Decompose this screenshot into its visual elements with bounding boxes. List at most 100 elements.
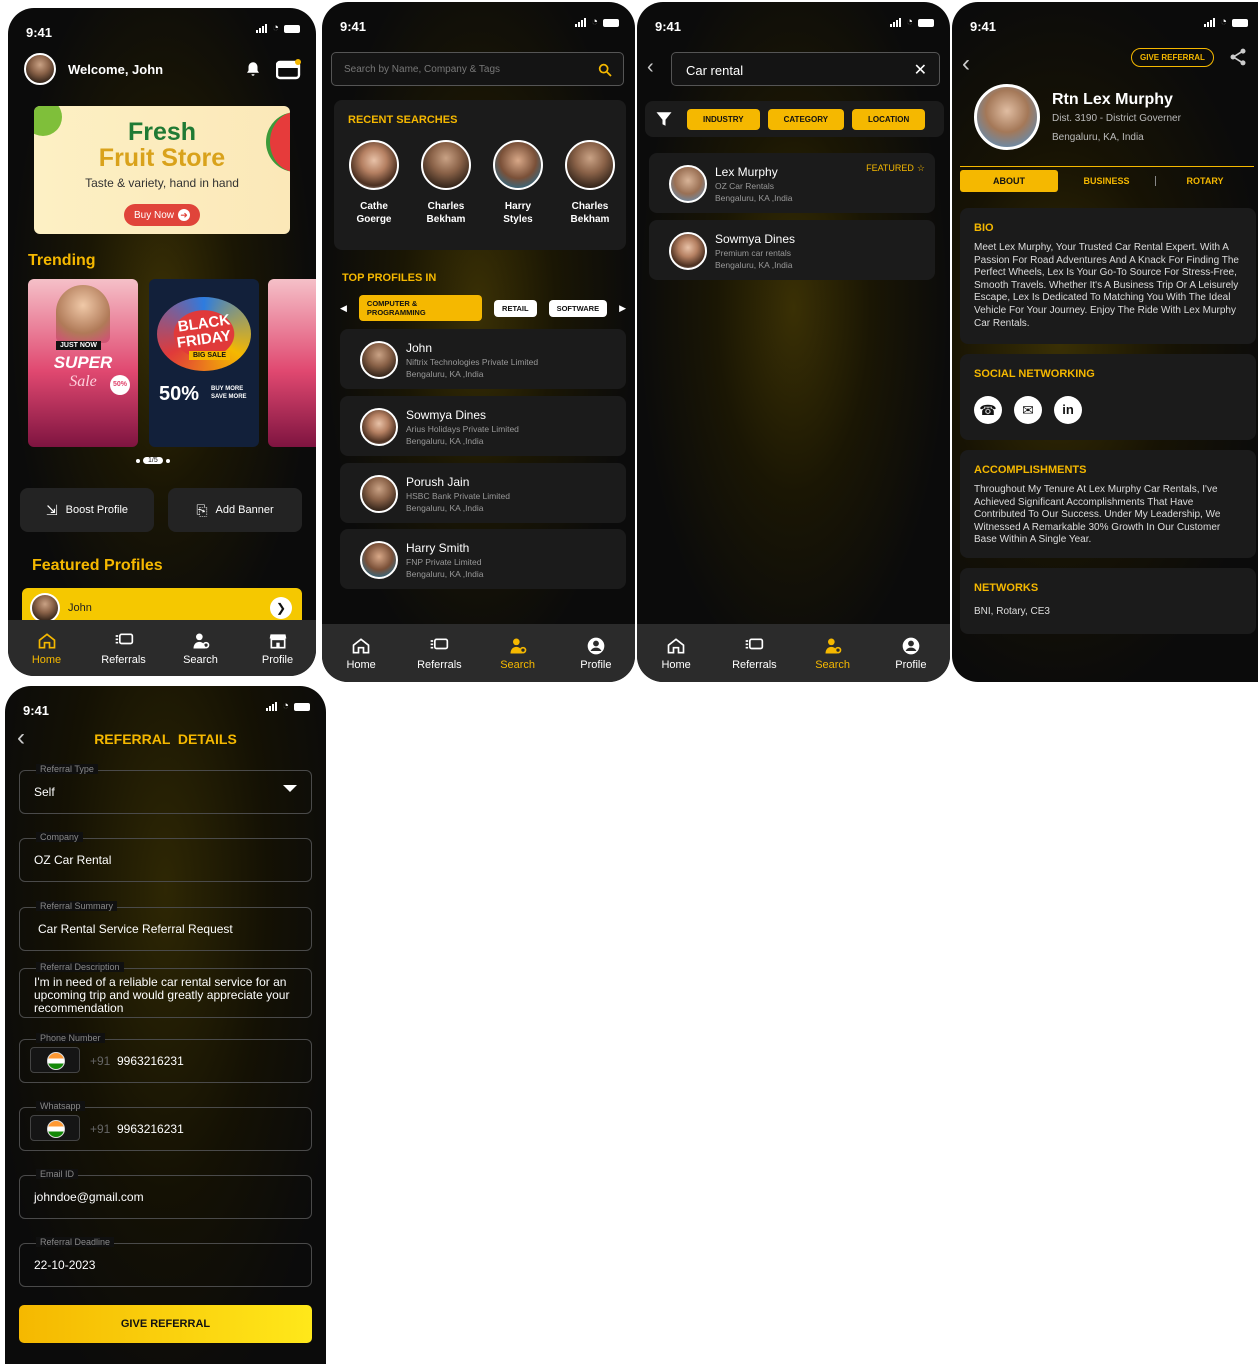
store-icon — [269, 633, 286, 648]
home-screen: 9:41 ◔ Welcome, John Fresh Fruit Store T… — [8, 8, 316, 676]
chip-software[interactable]: SOFTWARE — [548, 299, 608, 317]
result-location: Bengaluru, KA ,India — [715, 193, 793, 203]
nav-search[interactable]: Search — [798, 636, 868, 671]
promo-partial[interactable] — [268, 279, 316, 447]
avatar — [30, 593, 60, 623]
filter-icon[interactable] — [655, 110, 673, 128]
profile-name: Sowmya Dines — [406, 408, 487, 422]
avatar — [669, 165, 707, 203]
nav-profile[interactable]: Profile — [243, 631, 313, 666]
search-icon[interactable] — [597, 62, 613, 78]
filter-industry[interactable]: INDUSTRY — [687, 108, 760, 130]
chip-retail[interactable]: RETAIL — [494, 299, 537, 317]
give-referral-button[interactable]: GIVE REFERRAL — [1131, 48, 1214, 67]
result-company: OZ Car Rentals — [715, 181, 775, 191]
buy-now-button[interactable]: Buy Now ➜ — [124, 204, 200, 226]
results-search-input[interactable]: Car rental ✕ — [671, 52, 940, 86]
recent-item[interactable]: Charles Bekham — [562, 140, 618, 225]
chevron-right-icon[interactable]: ▶ — [619, 303, 626, 314]
status-icons: ◔ — [256, 23, 300, 34]
promo2-tag: BIG SALE — [189, 351, 231, 360]
profile-row[interactable]: Porush Jain HSBC Bank Private Limited Be… — [340, 463, 626, 523]
india-flag-icon[interactable] — [30, 1115, 80, 1141]
referral-type-select[interactable]: Referral Type Self — [19, 764, 312, 814]
networks-text: BNI, Rotary, CE3 — [974, 606, 1050, 617]
boost-profile-button[interactable]: ⇲ Boost Profile — [20, 488, 154, 532]
search-screen: 9:41 ◔ Search by Name, Company & Tags RE… — [322, 2, 635, 682]
whatsapp-field[interactable]: Whatsapp +91 9963216231 — [19, 1101, 312, 1151]
email-icon[interactable]: ✉ — [1014, 396, 1042, 424]
nav-search[interactable]: Search — [483, 636, 553, 671]
signal-icon — [890, 18, 902, 27]
deadline-field[interactable]: Referral Deadline 22-10-2023 — [19, 1237, 312, 1287]
person-search-icon — [825, 638, 841, 653]
nav-search[interactable]: Search — [166, 631, 236, 666]
chevron-right-icon[interactable]: ❯ — [270, 597, 292, 619]
promo-super-sale[interactable]: JUST NOW SUPER Sale 50% — [28, 279, 138, 447]
nav-profile-label: Profile — [580, 658, 612, 671]
result-row[interactable]: Lex Murphy OZ Car Rentals Bengaluru, KA … — [649, 153, 935, 213]
promo1-title: SUPER — [53, 353, 113, 372]
wallet-icon[interactable] — [276, 58, 302, 80]
banner-tagline: Taste & variety, hand in hand — [85, 176, 239, 190]
phone-icon[interactable]: ☎ — [974, 396, 1002, 424]
search-input[interactable]: Search by Name, Company & Tags — [331, 52, 624, 86]
profile-row[interactable]: John Niftrix Technologies Private Limite… — [340, 329, 626, 389]
profile-row[interactable]: Sowmya Dines Arius Holidays Private Limi… — [340, 396, 626, 456]
nav-referrals-label: Referrals — [101, 653, 146, 666]
nav-referrals[interactable]: Referrals — [719, 636, 789, 671]
nav-profile[interactable]: Profile — [561, 636, 631, 671]
nav-home[interactable]: Home — [641, 636, 711, 671]
profile-location: Bengaluru, KA ,India — [406, 503, 484, 513]
nav-search-label: Search — [815, 658, 851, 671]
nav-referrals[interactable]: Referrals — [404, 636, 474, 671]
email-value: johndoe@gmail.com — [34, 1190, 144, 1204]
phone-label: Phone Number — [36, 1033, 105, 1043]
promo2-pct: 50% — [159, 383, 200, 405]
phone-field[interactable]: Phone Number +91 9963216231 — [19, 1033, 312, 1083]
referral-description-field[interactable]: Referral Description I'm in need of a re… — [19, 962, 312, 1018]
nav-home[interactable]: Home — [12, 631, 82, 666]
recent-first: Charles — [571, 201, 609, 212]
whatsapp-code: +91 — [90, 1122, 111, 1136]
bell-icon[interactable] — [244, 60, 262, 78]
bottom-nav: Home Referrals Search Profile — [322, 624, 635, 682]
chip-computer[interactable]: COMPUTER & PROGRAMMING — [358, 295, 483, 321]
nav-profile[interactable]: Profile — [876, 636, 946, 671]
filter-location[interactable]: LOCATION — [852, 108, 926, 130]
result-row[interactable]: Sowmya Dines Premium car rentals Bengalu… — [649, 220, 935, 280]
recent-last: Styles — [503, 214, 533, 225]
india-flag-icon[interactable] — [30, 1047, 80, 1073]
referral-summary-field[interactable]: Referral Summary Car Rental Service Refe… — [19, 901, 312, 951]
filter-category[interactable]: CATEGORY — [767, 108, 845, 130]
chevron-left-icon[interactable]: ◀ — [340, 303, 347, 314]
recent-first: Cathe — [360, 201, 388, 212]
close-icon[interactable]: ✕ — [914, 60, 927, 80]
profile-company: HSBC Bank Private Limited — [406, 491, 510, 501]
nav-referrals[interactable]: Referrals — [89, 631, 159, 666]
email-field[interactable]: Email ID johndoe@gmail.com — [19, 1169, 312, 1219]
company-field[interactable]: Company OZ Car Rental — [19, 832, 312, 882]
tab-rotary[interactable]: ROTARY — [1156, 176, 1254, 186]
tab-about[interactable]: ABOUT — [960, 169, 1058, 192]
home-icon — [667, 637, 685, 653]
recent-item[interactable]: Harry Styles — [490, 140, 546, 225]
trending-title: Trending — [28, 252, 96, 269]
recent-item[interactable]: Cathe Goerge — [346, 140, 402, 225]
add-banner-button[interactable]: ⎘ Add Banner — [168, 488, 302, 532]
back-arrow-icon[interactable]: ‹ — [647, 56, 654, 79]
share-icon[interactable] — [1228, 47, 1248, 67]
recent-item[interactable]: Charles Bekham — [418, 140, 474, 225]
avatar[interactable] — [24, 53, 56, 85]
back-arrow-icon[interactable]: ‹ — [962, 50, 970, 78]
email-label: Email ID — [36, 1169, 79, 1179]
tab-business[interactable]: BUSINESS — [1058, 175, 1156, 186]
promo-black-friday[interactable]: BLACK FRIDAY BIG SALE 50% BUY MORE SAVE … — [149, 279, 259, 447]
fruit-banner[interactable]: Fresh Fruit Store Taste & variety, hand … — [34, 106, 290, 234]
linkedin-icon[interactable]: in — [1054, 396, 1082, 424]
result-name: Sowmya Dines — [715, 232, 796, 246]
give-referral-submit[interactable]: GIVE REFERRAL — [19, 1305, 312, 1343]
profile-row[interactable]: Harry Smith FNP Private Limited Bengalur… — [340, 529, 626, 589]
avatar — [421, 140, 471, 190]
nav-home[interactable]: Home — [326, 636, 396, 671]
